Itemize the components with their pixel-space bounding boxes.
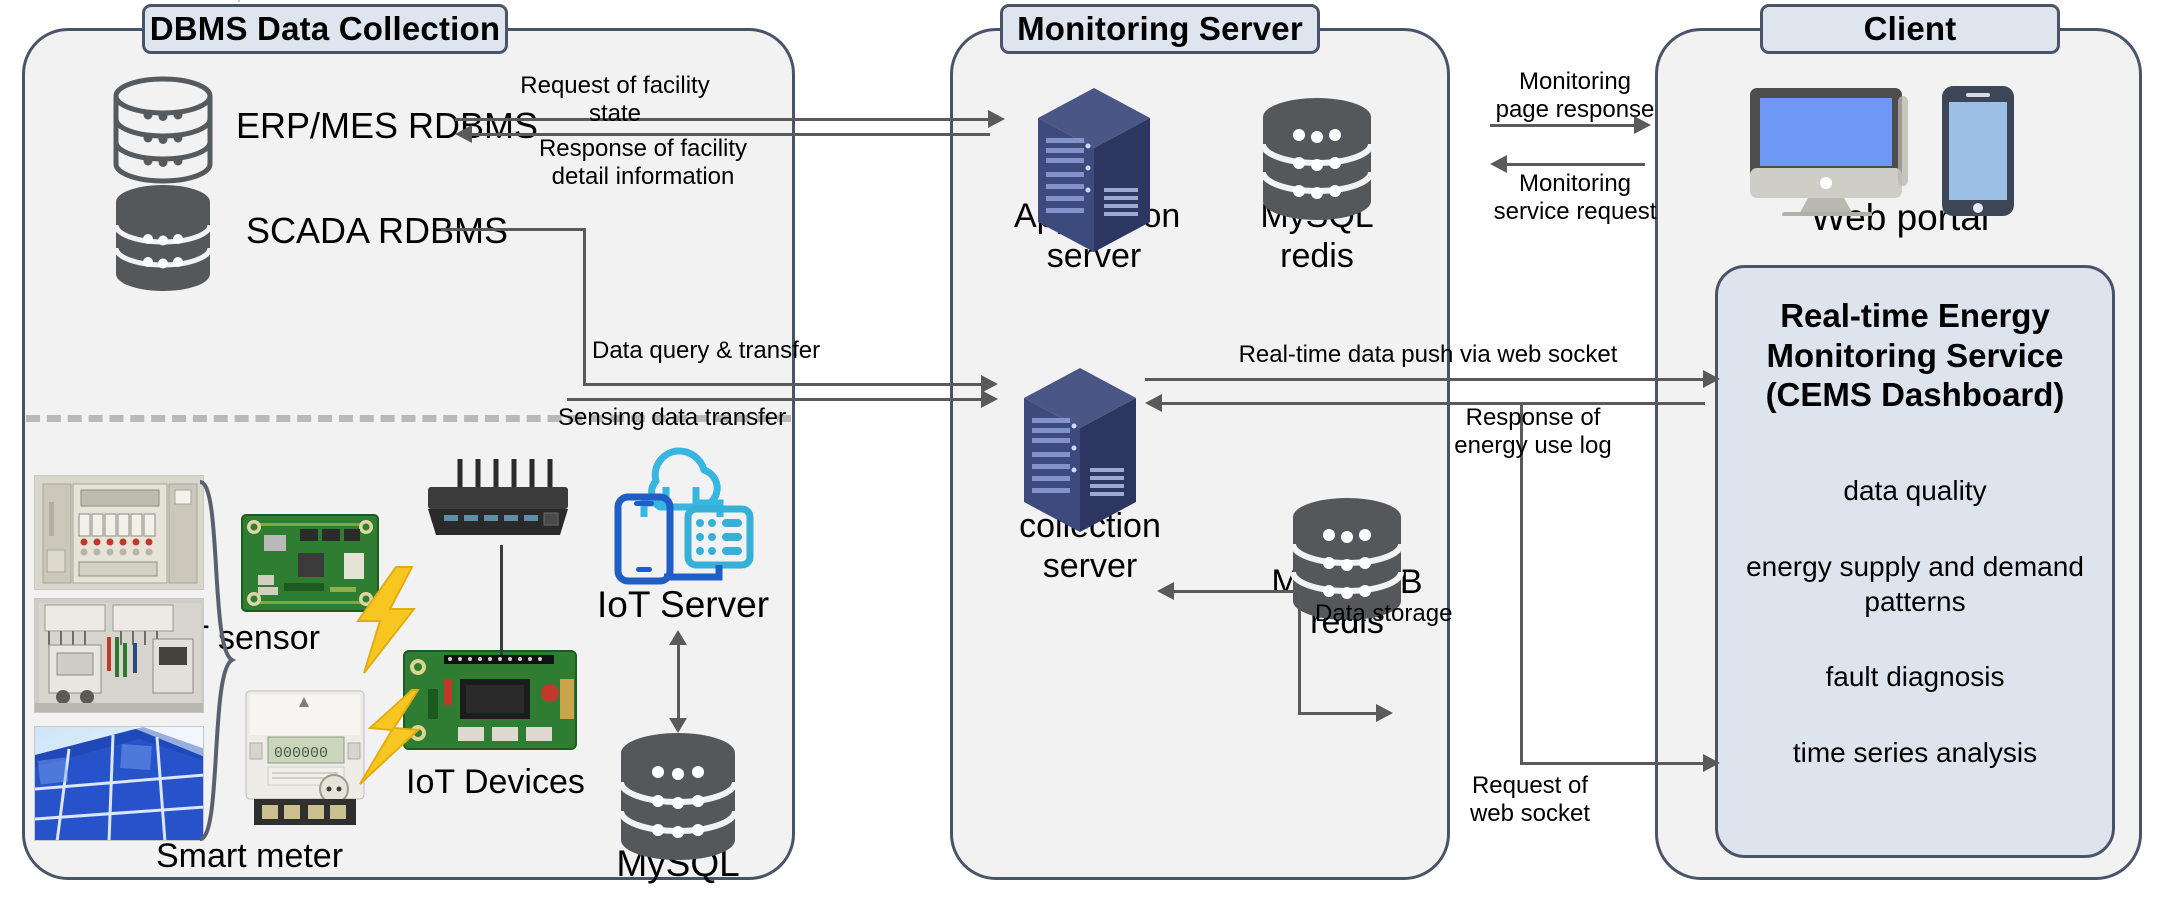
cems-item-time-series-analysis: time series analysis xyxy=(1792,736,2038,768)
smartphone-icon xyxy=(1940,84,2016,218)
cems-dashboard-title: Real-time Energy Monitoring Service (CEM… xyxy=(1765,297,2065,414)
arrow-monitoring-service-request-line xyxy=(1505,163,1645,166)
label-erp-mes-rdbms: ERP/MES RDBMS xyxy=(236,105,539,146)
iot-server-to-mysql-down-head xyxy=(669,718,687,733)
server-tower-icon-data-collection xyxy=(1016,360,1144,540)
cems-dashboard-card[interactable]: Real-time Energy Monitoring Service (CEM… xyxy=(1715,265,2115,858)
arrow-request-web-socket-head xyxy=(1703,754,1720,772)
cems-item-fault-diagnosis: fault diagnosis xyxy=(1825,660,2005,692)
scada-connector-vertical xyxy=(583,228,586,385)
panel-title-dbms: DBMS Data Collection xyxy=(142,4,508,54)
arrow-request-facility-state-head xyxy=(988,110,1005,128)
scada-connector-to-server xyxy=(583,383,983,386)
svg-text:000000: 000000 xyxy=(274,745,328,762)
arrow-sensing-data-transfer-line xyxy=(567,398,983,401)
arrow-data-storage-vertical xyxy=(1298,590,1301,714)
panel-title-monitoring: Monitoring Server xyxy=(1000,4,1320,54)
cloud-iot-server-icon xyxy=(604,425,754,585)
label-monitoring-service-request: Monitoring service request xyxy=(1493,170,1657,226)
label-iot-devices: IoT Devices xyxy=(406,763,585,801)
label-data-storage: Data storage xyxy=(1315,600,1453,627)
scada-connector-horizontal xyxy=(441,228,585,231)
cems-item-energy-supply-demand: energy supply and demand patterns xyxy=(1746,550,2084,617)
label-request-of-facility-state: Request of facility state xyxy=(520,72,710,128)
arrow-data-storage-top xyxy=(1172,590,1300,593)
wireless-bolt-icon-sensor xyxy=(352,565,424,675)
arrow-response-energy-log-head xyxy=(1145,394,1162,412)
router-to-iot-device-line xyxy=(500,545,503,655)
arrow-realtime-push-line xyxy=(1145,378,1705,381)
label-response-of-energy-use-log: Response of energy use log xyxy=(1454,404,1612,460)
arrow-data-storage-to-mongo-head xyxy=(1376,704,1393,722)
server-tower-icon-application xyxy=(1030,80,1158,260)
database-filled-icon-scada xyxy=(108,182,218,300)
arrow-response-facility-detail-head xyxy=(455,125,472,143)
label-scada-rdbms: SCADA RDBMS xyxy=(246,210,509,251)
distribution-panel-photo xyxy=(34,475,204,590)
architecture-diagram: DBMS Data Collection Monitoring Server C… xyxy=(0,0,2164,899)
smart-meter-photo xyxy=(238,0,240,2)
arrow-data-storage-bottom xyxy=(1298,712,1378,715)
panel-title-monitoring-label: Monitoring Server xyxy=(1017,10,1303,47)
arrow-realtime-push-head xyxy=(1703,370,1720,388)
database-filled-icon-mysql-redis xyxy=(1255,95,1380,230)
monitor-icon xyxy=(1746,86,1922,216)
wireless-bolt-icon-meter xyxy=(352,688,424,788)
label-data-query-transfer: Data query & transfer xyxy=(592,337,821,364)
label-realtime-data-push: Real-time data push via web socket xyxy=(1238,341,1618,368)
panel-title-client-label: Client xyxy=(1863,10,1957,47)
label-smart-meter: Smart meter xyxy=(156,837,344,875)
panel-title-dbms-label: DBMS Data Collection xyxy=(149,10,501,47)
router-gateway-photo xyxy=(418,455,578,545)
switchgear-photo xyxy=(34,598,204,713)
iot-device-board-photo xyxy=(400,645,580,755)
label-monitoring-page-response: Monitoring page response xyxy=(1495,68,1655,124)
arrow-data-storage-to-server-head xyxy=(1157,582,1174,600)
panel-title-client: Client xyxy=(1760,4,2060,54)
label-iot-server: IoT Server xyxy=(596,584,770,625)
arrow-sensing-data-transfer-head xyxy=(981,390,998,408)
database-filled-icon-mysql-dbms xyxy=(612,730,744,870)
photo-group-brace xyxy=(196,478,237,843)
arrow-request-web-socket-horizontal xyxy=(1520,762,1705,765)
label-sensing-data-transfer: Sensing data transfer xyxy=(558,404,787,431)
cems-item-data-quality: data quality xyxy=(1843,474,1987,506)
database-outline-icon xyxy=(108,75,218,190)
label-request-of-web-socket: Request of web socket xyxy=(1469,772,1591,828)
label-response-of-facility-detail: Response of facility detail information xyxy=(538,135,748,191)
iot-server-to-mysql-up-head xyxy=(669,630,687,645)
solar-panel-photo xyxy=(34,726,204,841)
iot-server-to-mysql-line xyxy=(677,640,680,722)
